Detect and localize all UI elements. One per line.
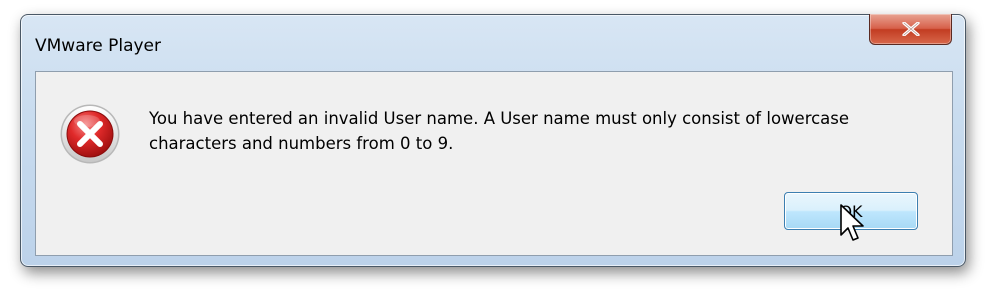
close-button[interactable]	[869, 14, 952, 45]
error-message: You have entered an invalid User name. A…	[149, 109, 850, 153]
dialog-content: You have entered an invalid User name. A…	[35, 71, 953, 256]
error-icon	[60, 104, 120, 164]
dialog-window: VMware Player You have entered an invali…	[20, 14, 966, 267]
window-title: VMware Player	[35, 36, 161, 56]
ok-button[interactable]: OK	[784, 192, 918, 230]
close-icon	[902, 22, 920, 36]
